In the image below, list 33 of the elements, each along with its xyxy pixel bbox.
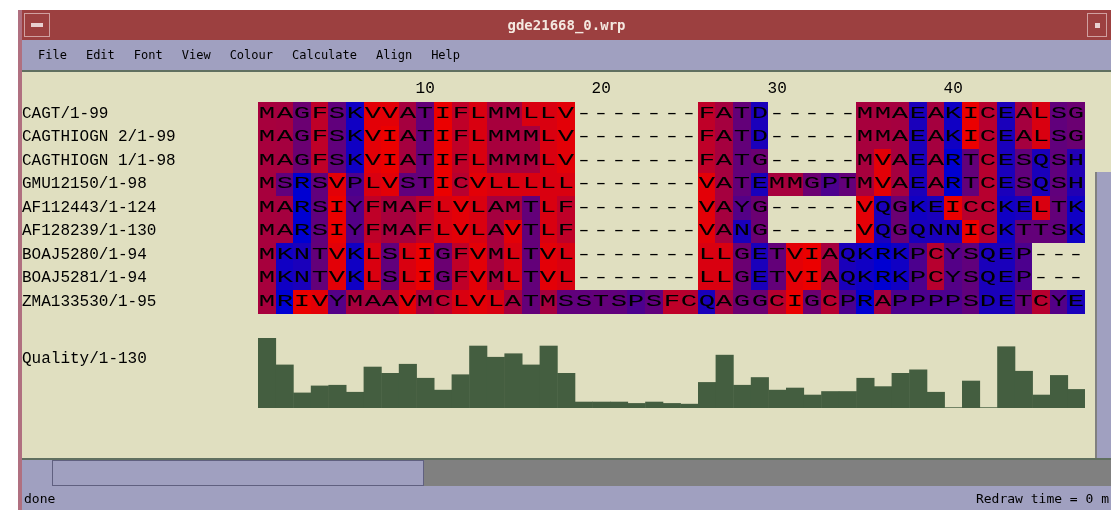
sequence-name[interactable]: AF128239/1-130	[22, 219, 258, 243]
quality-bar	[381, 372, 400, 408]
sequence-name[interactable]: CAGTHIOGN 2/1-99	[22, 125, 258, 149]
menu-item[interactable]: View	[181, 48, 211, 62]
sequence-name[interactable]: ZMA133530/1-95	[22, 290, 258, 314]
status-message: done	[24, 490, 56, 506]
menu-item[interactable]: Font	[133, 48, 163, 62]
sequence-name[interactable]: GMU12150/1-98	[22, 172, 258, 196]
menu-item[interactable]: Colour	[229, 48, 273, 62]
minimize-button[interactable]	[1087, 13, 1107, 37]
ruler-label: 20	[591, 80, 611, 98]
sequence-name[interactable]: CAGT/1-99	[22, 102, 258, 126]
window-menu-button[interactable]	[24, 13, 50, 37]
menu-item[interactable]: Calculate	[292, 48, 357, 62]
menu-item[interactable]: Edit	[85, 48, 115, 62]
window-title: gde21668_0.wrp	[507, 17, 626, 33]
horizontal-scrollbar[interactable]	[22, 458, 1111, 486]
sequence-name[interactable]: CAGTHIOGN 1/1-98	[22, 149, 258, 173]
quality-bar	[328, 384, 347, 408]
redraw-time: Redraw time = 0 m	[975, 490, 1109, 506]
menu-item[interactable]: Help	[431, 48, 461, 62]
menu-item[interactable]: File	[38, 48, 67, 62]
vertical-scrollbar[interactable]	[1095, 172, 1111, 458]
menu-item[interactable]: Align	[376, 48, 413, 62]
sequence-name[interactable]: AF112443/1-124	[22, 196, 258, 220]
sequence-name[interactable]: BOAJ5280/1-94	[22, 243, 258, 267]
quality-bar	[504, 352, 523, 408]
ruler-label: 30	[767, 80, 787, 98]
ruler-label: 10	[415, 80, 435, 98]
sequence-name[interactable]: BOAJ5281/1-94	[22, 266, 258, 290]
annotation-label: Quality/1-130	[22, 349, 148, 368]
ruler-label: 40	[943, 80, 963, 98]
quality-bar	[821, 390, 840, 408]
